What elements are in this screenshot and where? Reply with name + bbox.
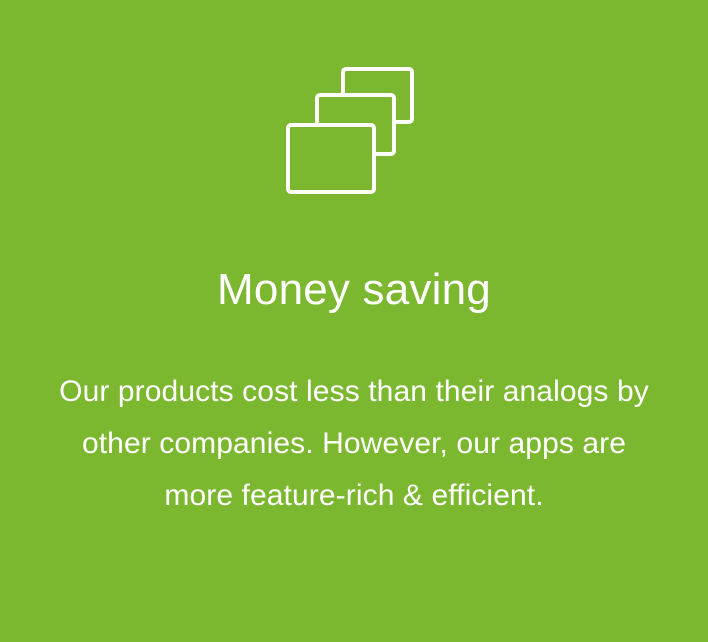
feature-description: Our products cost less than their analog… [59,375,649,512]
icon-container [0,0,708,210]
feature-card: Money saving Our products cost less than… [0,0,708,642]
stacked-cards-icon [286,67,414,194]
feature-title: Money saving [217,265,491,314]
